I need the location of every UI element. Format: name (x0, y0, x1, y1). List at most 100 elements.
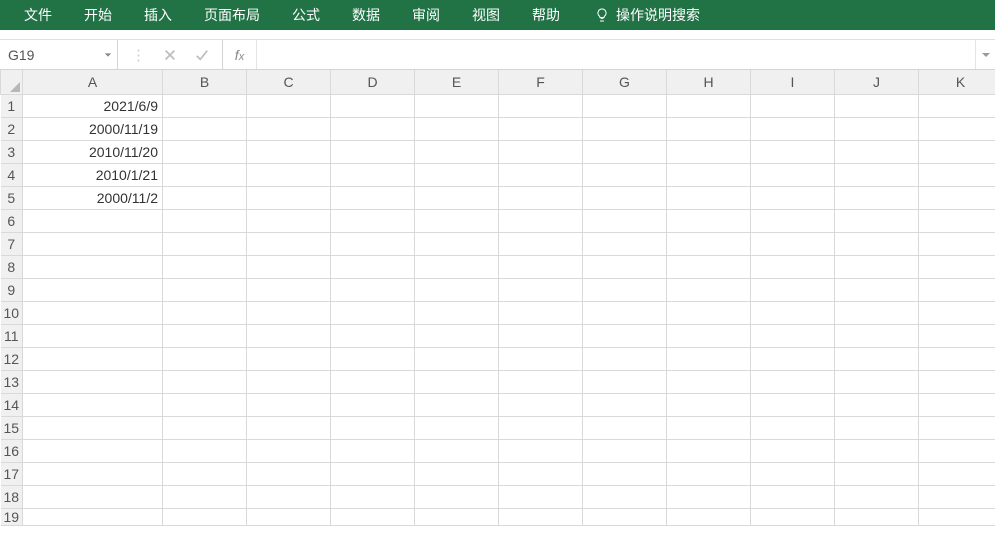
cell-B19[interactable] (163, 508, 247, 525)
cell-E17[interactable] (415, 462, 499, 485)
cell-K4[interactable] (919, 163, 995, 186)
cell-J3[interactable] (835, 140, 919, 163)
cell-H16[interactable] (667, 439, 751, 462)
cell-C1[interactable] (247, 94, 331, 117)
cell-I19[interactable] (751, 508, 835, 525)
cell-H15[interactable] (667, 416, 751, 439)
row-header-4[interactable]: 4 (1, 163, 23, 186)
cell-J5[interactable] (835, 186, 919, 209)
cell-E19[interactable] (415, 508, 499, 525)
cell-D1[interactable] (331, 94, 415, 117)
cell-E1[interactable] (415, 94, 499, 117)
row-header-9[interactable]: 9 (1, 278, 23, 301)
cell-J4[interactable] (835, 163, 919, 186)
cell-K18[interactable] (919, 485, 995, 508)
cell-A17[interactable] (23, 462, 163, 485)
cell-I12[interactable] (751, 347, 835, 370)
cell-K17[interactable] (919, 462, 995, 485)
cell-J10[interactable] (835, 301, 919, 324)
cell-A6[interactable] (23, 209, 163, 232)
menu-tab-file[interactable]: 文件 (8, 0, 68, 30)
cell-D19[interactable] (331, 508, 415, 525)
cell-F18[interactable] (499, 485, 583, 508)
cell-A5[interactable]: 2000/11/2 (23, 186, 163, 209)
cell-K13[interactable] (919, 370, 995, 393)
cell-I9[interactable] (751, 278, 835, 301)
cell-F16[interactable] (499, 439, 583, 462)
col-header-A[interactable]: A (23, 70, 163, 94)
cell-K9[interactable] (919, 278, 995, 301)
cell-C13[interactable] (247, 370, 331, 393)
formula-bar-expand[interactable] (975, 40, 995, 69)
cell-B16[interactable] (163, 439, 247, 462)
cell-J16[interactable] (835, 439, 919, 462)
cell-F11[interactable] (499, 324, 583, 347)
row-header-11[interactable]: 11 (1, 324, 23, 347)
cell-E14[interactable] (415, 393, 499, 416)
cell-E7[interactable] (415, 232, 499, 255)
cell-A14[interactable] (23, 393, 163, 416)
cell-F5[interactable] (499, 186, 583, 209)
cell-H8[interactable] (667, 255, 751, 278)
cell-I8[interactable] (751, 255, 835, 278)
col-header-K[interactable]: K (919, 70, 995, 94)
cell-K12[interactable] (919, 347, 995, 370)
cell-G9[interactable] (583, 278, 667, 301)
cell-F4[interactable] (499, 163, 583, 186)
cell-E12[interactable] (415, 347, 499, 370)
cell-C18[interactable] (247, 485, 331, 508)
row-header-6[interactable]: 6 (1, 209, 23, 232)
cell-A11[interactable] (23, 324, 163, 347)
menu-tab-review[interactable]: 审阅 (396, 0, 456, 30)
cell-A16[interactable] (23, 439, 163, 462)
col-header-H[interactable]: H (667, 70, 751, 94)
cell-K11[interactable] (919, 324, 995, 347)
col-header-G[interactable]: G (583, 70, 667, 94)
menu-tab-data[interactable]: 数据 (336, 0, 396, 30)
cell-F7[interactable] (499, 232, 583, 255)
cell-E9[interactable] (415, 278, 499, 301)
cell-B5[interactable] (163, 186, 247, 209)
cell-B1[interactable] (163, 94, 247, 117)
cell-G7[interactable] (583, 232, 667, 255)
cell-I1[interactable] (751, 94, 835, 117)
cell-H14[interactable] (667, 393, 751, 416)
cell-I18[interactable] (751, 485, 835, 508)
cell-H6[interactable] (667, 209, 751, 232)
cell-K15[interactable] (919, 416, 995, 439)
row-header-12[interactable]: 12 (1, 347, 23, 370)
cell-H18[interactable] (667, 485, 751, 508)
cell-B13[interactable] (163, 370, 247, 393)
cell-K16[interactable] (919, 439, 995, 462)
cell-G6[interactable] (583, 209, 667, 232)
cell-H13[interactable] (667, 370, 751, 393)
cell-F6[interactable] (499, 209, 583, 232)
cell-J18[interactable] (835, 485, 919, 508)
cell-K2[interactable] (919, 117, 995, 140)
cell-H3[interactable] (667, 140, 751, 163)
cell-K10[interactable] (919, 301, 995, 324)
cell-G18[interactable] (583, 485, 667, 508)
cell-A19[interactable] (23, 508, 163, 525)
cell-D3[interactable] (331, 140, 415, 163)
cell-I7[interactable] (751, 232, 835, 255)
cell-D18[interactable] (331, 485, 415, 508)
cell-K7[interactable] (919, 232, 995, 255)
cell-A2[interactable]: 2000/11/19 (23, 117, 163, 140)
menu-tab-view[interactable]: 视图 (456, 0, 516, 30)
cell-J2[interactable] (835, 117, 919, 140)
cell-E15[interactable] (415, 416, 499, 439)
cell-G15[interactable] (583, 416, 667, 439)
cell-B15[interactable] (163, 416, 247, 439)
row-header-5[interactable]: 5 (1, 186, 23, 209)
cell-I10[interactable] (751, 301, 835, 324)
cell-J1[interactable] (835, 94, 919, 117)
cell-J12[interactable] (835, 347, 919, 370)
row-header-15[interactable]: 15 (1, 416, 23, 439)
menu-tab-layout[interactable]: 页面布局 (188, 0, 276, 30)
cell-A18[interactable] (23, 485, 163, 508)
cell-D12[interactable] (331, 347, 415, 370)
cell-H9[interactable] (667, 278, 751, 301)
cell-F2[interactable] (499, 117, 583, 140)
cell-G3[interactable] (583, 140, 667, 163)
